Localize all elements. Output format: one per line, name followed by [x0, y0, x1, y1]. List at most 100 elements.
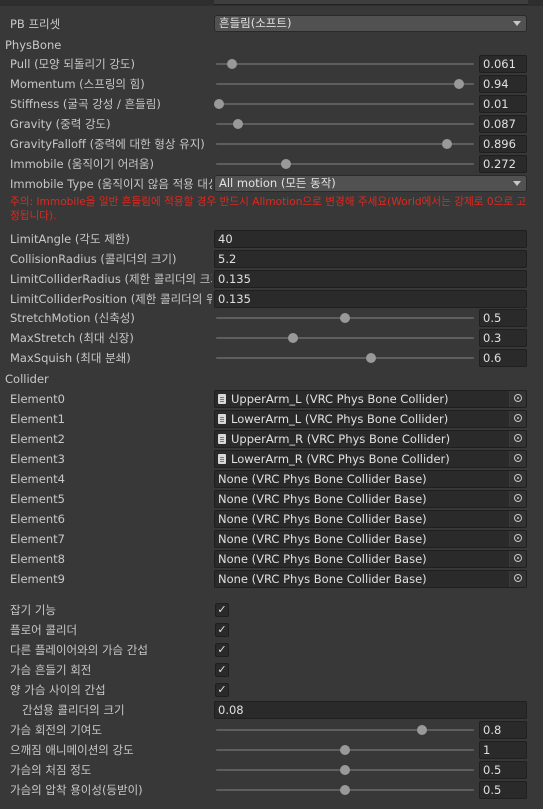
value-slider[interactable]	[216, 740, 474, 760]
object-picker-button[interactable]	[509, 411, 526, 427]
immobile-type-row: Immobile Type (움직이지 않음 적용 대상) All motion …	[0, 174, 543, 194]
value-field[interactable]: 0.135	[214, 270, 527, 288]
object-picker-button[interactable]	[509, 471, 526, 487]
value-field[interactable]: 5.2	[214, 250, 527, 268]
object-field[interactable]: None (VRC Phys Bone Collider Base)	[214, 570, 527, 588]
immobile-type-dropdown[interactable]: All motion (모든 동작)	[214, 175, 527, 192]
value-input[interactable]: 0.087	[479, 115, 527, 133]
slider-thumb[interactable]	[442, 139, 453, 149]
slider-thumb[interactable]	[340, 313, 350, 323]
checkbox[interactable]: ✓	[215, 683, 229, 697]
value-slider[interactable]	[216, 348, 474, 368]
limit-row: LimitColliderPosition (제한 콜리더의 위치) 0.135	[0, 289, 543, 309]
slider-thumb[interactable]	[453, 79, 464, 89]
object-picker-button[interactable]	[509, 531, 526, 547]
preset-dropdown[interactable]: 흔들림(소프트)	[214, 15, 527, 32]
object-picker-icon	[514, 394, 522, 402]
slider-thumb[interactable]	[288, 333, 299, 343]
value-slider[interactable]	[213, 94, 474, 114]
object-field-value: UpperArm_R (VRC Phys Bone Collider)	[231, 432, 451, 446]
value-input[interactable]: 0.8	[479, 721, 527, 739]
object-picker-button[interactable]	[509, 571, 526, 587]
slider-thumb[interactable]	[340, 765, 350, 775]
slider-row: Immobile (움직이기 어려움) 0.272	[0, 154, 543, 174]
slider-track[interactable]	[216, 337, 474, 339]
slider-thumb[interactable]	[281, 159, 292, 169]
object-field[interactable]: None (VRC Phys Bone Collider Base)	[214, 470, 527, 488]
collider-element-row: Element6 None (VRC Phys Bone Collider Bas…	[0, 509, 543, 529]
object-field[interactable]: None (VRC Phys Bone Collider Base)	[214, 550, 527, 568]
slider-track[interactable]	[216, 357, 474, 359]
value-slider[interactable]	[216, 760, 474, 780]
limit-row: LimitAngle (각도 제한) 40	[0, 229, 543, 249]
slider-thumb[interactable]	[213, 99, 224, 109]
slider-thumb[interactable]	[340, 745, 350, 755]
value-slider[interactable]	[216, 134, 474, 154]
slider-thumb[interactable]	[233, 119, 244, 129]
collider-element-row: Element4 None (VRC Phys Bone Collider Bas…	[0, 469, 543, 489]
object-field[interactable]: None (VRC Phys Bone Collider Base)	[214, 490, 527, 508]
value-slider[interactable]	[216, 154, 474, 174]
checkbox[interactable]: ✓	[215, 603, 229, 617]
slider-thumb[interactable]	[340, 785, 350, 795]
value-input[interactable]: 0.94	[479, 75, 527, 93]
slider-track[interactable]	[216, 83, 474, 85]
object-picker-button[interactable]	[509, 451, 526, 467]
field-label: Momentum (스프링의 힘)	[10, 77, 145, 91]
value-slider[interactable]	[216, 780, 474, 800]
value-slider[interactable]	[216, 114, 474, 134]
value-slider[interactable]	[216, 328, 474, 348]
value-input[interactable]: 0.272	[479, 155, 527, 173]
object-picker-button[interactable]	[509, 511, 526, 527]
slider-track[interactable]	[216, 63, 474, 65]
object-picker-button[interactable]	[509, 551, 526, 567]
field-label: Stiffness (굴곡 강성 / 흔들림)	[10, 97, 161, 111]
value-input[interactable]: 0.3	[479, 329, 527, 347]
value-input[interactable]: 0.5	[479, 781, 527, 799]
slider-track[interactable]	[216, 143, 474, 145]
object-field[interactable]: UpperArm_L (VRC Phys Bone Collider)	[214, 390, 527, 408]
value-input[interactable]: 0.5	[479, 761, 527, 779]
field-label: 간섭용 콜리더의 크기	[22, 703, 125, 717]
value-input[interactable]: 1	[479, 741, 527, 759]
object-field[interactable]: None (VRC Phys Bone Collider Base)	[214, 510, 527, 528]
slider-thumb[interactable]	[365, 353, 376, 363]
interference-size-row: 간섭용 콜리더의 크기 0.08	[0, 700, 543, 720]
slider-track[interactable]	[216, 163, 474, 165]
value-field[interactable]: 0.135	[214, 290, 527, 308]
value-slider[interactable]	[216, 74, 474, 94]
object-picker-icon	[514, 494, 522, 502]
object-field[interactable]: LowerArm_R (VRC Phys Bone Collider)	[214, 450, 527, 468]
slider-row: 가슴의 압착 용이성(등받이) 0.5	[0, 780, 543, 800]
object-field[interactable]: UpperArm_R (VRC Phys Bone Collider)	[214, 430, 527, 448]
slider-thumb[interactable]	[226, 59, 237, 69]
slider-track[interactable]	[216, 103, 474, 105]
value-slider[interactable]	[216, 54, 474, 74]
field-label: Element2	[10, 432, 65, 446]
object-field-value: LowerArm_R (VRC Phys Bone Collider)	[231, 452, 450, 466]
preset-row: PB 프리셋 흔들림(소프트)	[0, 14, 543, 34]
slider-row: Momentum (스프링의 힘) 0.94	[0, 74, 543, 94]
value-input[interactable]: 0.6	[479, 349, 527, 367]
checkbox[interactable]: ✓	[215, 663, 229, 677]
value-input[interactable]: 0.896	[479, 135, 527, 153]
slider-thumb[interactable]	[417, 725, 428, 735]
object-field[interactable]: LowerArm_L (VRC Phys Bone Collider)	[214, 410, 527, 428]
checkbox[interactable]: ✓	[215, 623, 229, 637]
value-field[interactable]: 40	[214, 230, 527, 248]
field-label: 양 가슴 사이의 간섭	[10, 683, 106, 697]
value-input[interactable]: 0.061	[479, 55, 527, 73]
object-picker-button[interactable]	[509, 391, 526, 407]
object-field[interactable]: None (VRC Phys Bone Collider Base)	[214, 530, 527, 548]
value-field[interactable]: 0.08	[214, 701, 527, 719]
object-picker-button[interactable]	[509, 431, 526, 447]
object-picker-button[interactable]	[509, 491, 526, 507]
checkbox[interactable]: ✓	[215, 643, 229, 657]
value-input[interactable]: 0.01	[479, 95, 527, 113]
object-picker-icon	[514, 474, 522, 482]
slider-track[interactable]	[216, 123, 474, 125]
value-slider[interactable]	[216, 720, 474, 740]
value-input[interactable]: 0.5	[479, 309, 527, 327]
slider-track[interactable]	[216, 729, 474, 731]
value-slider[interactable]	[216, 308, 474, 328]
